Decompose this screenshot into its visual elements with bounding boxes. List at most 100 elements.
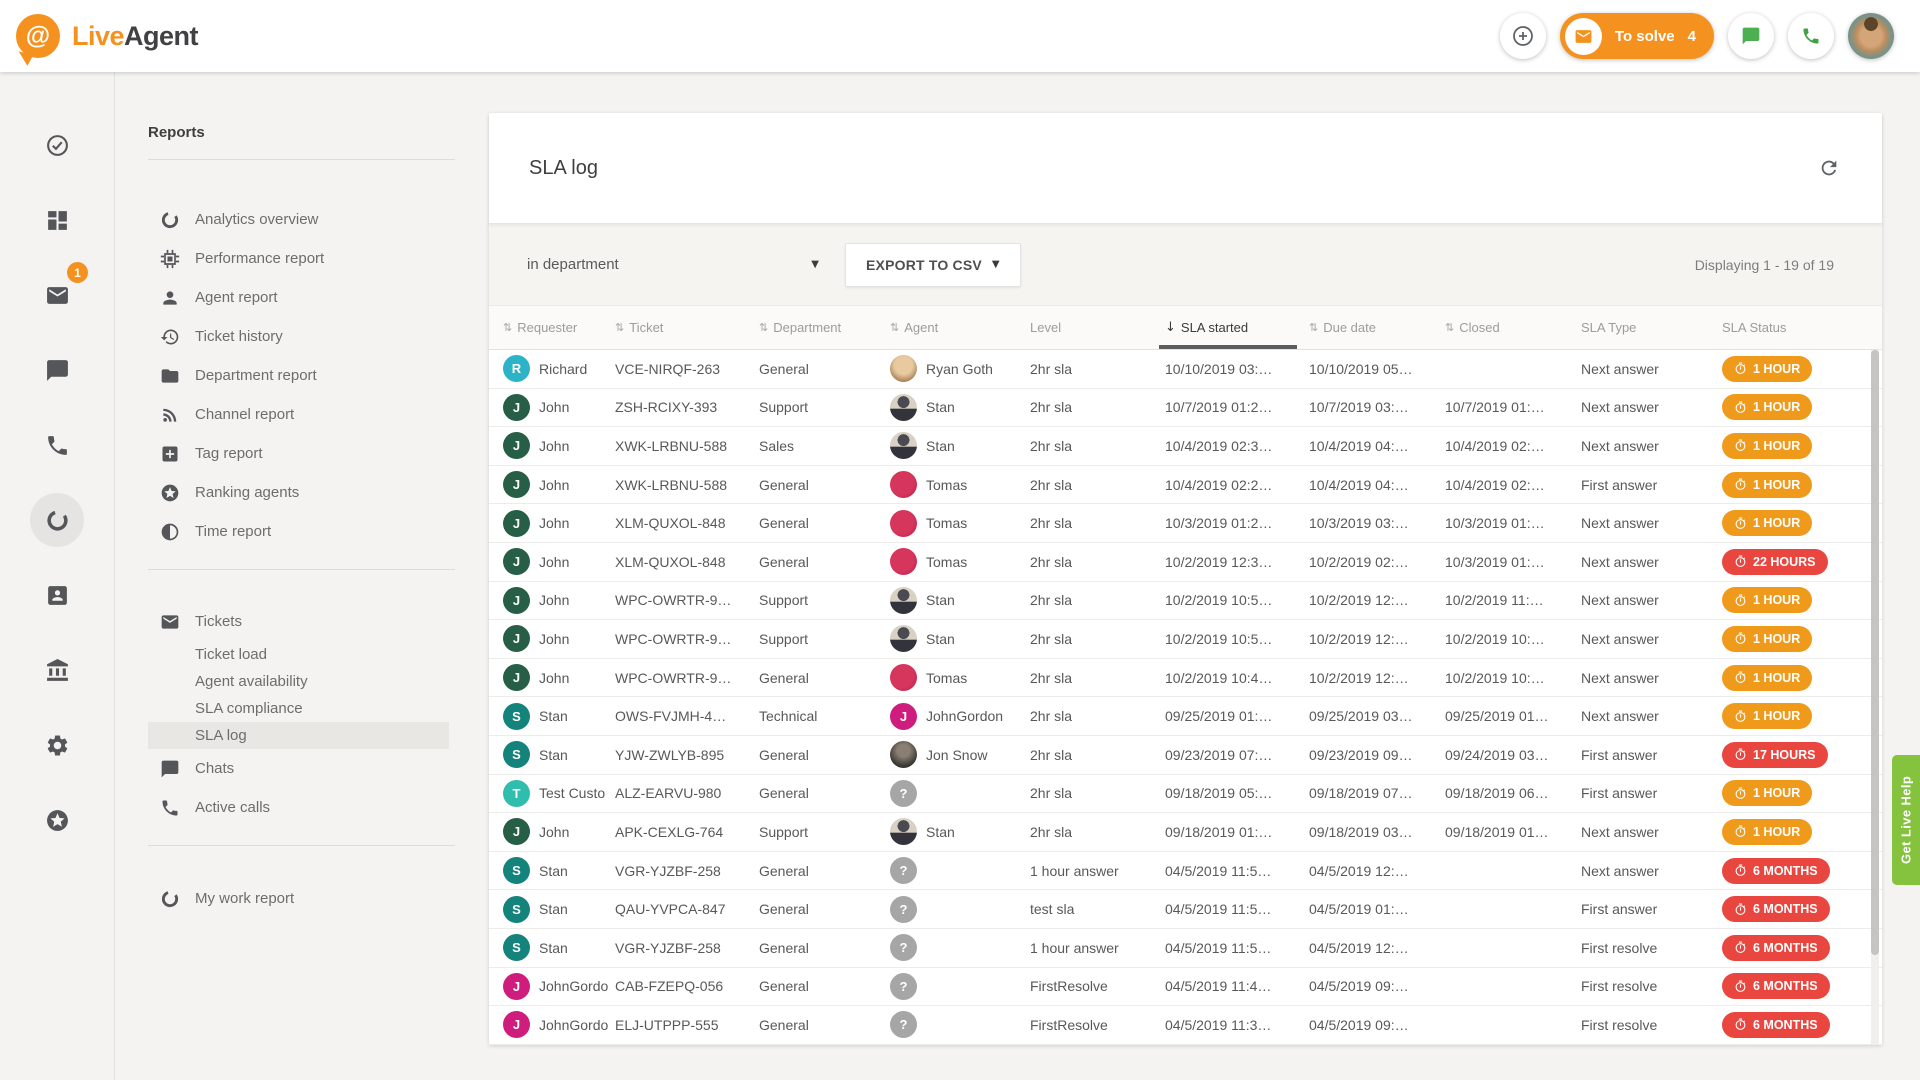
table-row[interactable]: JJohnXWK-LRBNU-588SalesStan2hr sla10/4/2… [489, 427, 1882, 466]
sla-type-cell: Next answer [1581, 399, 1722, 415]
sidebar-subitem-ticket-load[interactable]: Ticket load [148, 641, 449, 668]
to-solve-label: To solve [1615, 28, 1675, 45]
rail-item-upgrade[interactable] [30, 793, 84, 847]
requester-avatar: J [503, 510, 530, 537]
rail-item-tickets[interactable]: 1 [30, 268, 84, 322]
column-header-requester[interactable]: ⇅Requester [503, 306, 615, 349]
due-date-cell: 09/18/2019 03… [1309, 824, 1445, 840]
table-row[interactable]: RRichardVCE-NIRQF-263GeneralRyan Goth2hr… [489, 350, 1882, 389]
requester-cell: SStan [503, 703, 615, 730]
department-cell: Sales [759, 438, 890, 454]
refresh-button[interactable] [1818, 157, 1840, 179]
column-header-level[interactable]: Level [1030, 306, 1165, 349]
table-row[interactable]: SStanOWS-FVJMH-4…TechnicalJJohnGordon2hr… [489, 697, 1882, 736]
sla-status-cell: 1 HOUR [1722, 510, 1882, 536]
export-to-csv-button[interactable]: EXPORT TO CSV ▼ [845, 243, 1021, 287]
sidebar-item-department-report[interactable]: Department report [148, 356, 455, 395]
sla-status-label: 1 HOUR [1753, 478, 1800, 492]
add-button[interactable] [1500, 13, 1546, 59]
sla-status-badge: 1 HOUR [1722, 703, 1812, 729]
rail-item-company[interactable] [30, 643, 84, 697]
column-header-agent[interactable]: ⇅Agent [890, 306, 1030, 349]
table-row[interactable]: SStanYJW-ZWLYB-895GeneralJon Snow2hr sla… [489, 736, 1882, 775]
sidebar-item-ranking-agents[interactable]: Ranking agents [148, 473, 455, 512]
agent-name: Jon Snow [926, 747, 987, 763]
table-row[interactable]: SStanVGR-YJZBF-258General?1 hour answer0… [489, 929, 1882, 968]
table-row[interactable]: TTest CustoALZ-EARVU-980General?2hr sla0… [489, 775, 1882, 814]
table-row[interactable]: SStanQAU-YVPCA-847General?test sla04/5/2… [489, 890, 1882, 929]
column-header-department[interactable]: ⇅Department [759, 306, 890, 349]
agent-avatar [890, 664, 917, 691]
sidebar-item-chats[interactable]: Chats [148, 749, 455, 788]
rail-item-reports[interactable] [30, 493, 84, 547]
table-row[interactable]: JJohnXLM-QUXOL-848GeneralTomas2hr sla10/… [489, 543, 1882, 582]
rail-item-calls[interactable] [30, 418, 84, 472]
sla-type-cell: First resolve [1581, 978, 1722, 994]
chevron-down-icon: ▼ [811, 259, 819, 270]
table-row[interactable]: JJohnXWK-LRBNU-588GeneralTomas2hr sla10/… [489, 466, 1882, 505]
rail-item-dashboard[interactable] [30, 193, 84, 247]
sla-type-cell: Next answer [1581, 361, 1722, 377]
column-header-sla-started[interactable]: ↓SLA started [1165, 306, 1309, 349]
scrollbar-track[interactable] [1871, 350, 1879, 1045]
sidebar-item-ticket-history[interactable]: Ticket history [148, 317, 455, 356]
scrollbar-thumb[interactable] [1871, 350, 1879, 955]
call-button[interactable] [1788, 13, 1834, 59]
sidebar-item-active-calls[interactable]: Active calls [148, 788, 455, 827]
level-cell: 2hr sla [1030, 477, 1165, 493]
user-avatar[interactable] [1848, 13, 1894, 59]
table-row[interactable]: SStanVGR-YJZBF-258General?1 hour answer0… [489, 852, 1882, 891]
department-select[interactable]: in department ▼ [527, 256, 819, 273]
sidebar-item-tag-report[interactable]: Tag report [148, 434, 455, 473]
agent-avatar [890, 587, 917, 614]
get-live-help-tab[interactable]: Get Live Help [1892, 755, 1920, 885]
table-row[interactable]: JJohnWPC-OWRTR-9…SupportStan2hr sla10/2/… [489, 620, 1882, 659]
to-solve-button[interactable]: To solve 4 [1560, 13, 1714, 59]
table-row[interactable]: JJohnWPC-OWRTR-9…SupportStan2hr sla10/2/… [489, 582, 1882, 621]
due-date-cell: 04/5/2019 01:… [1309, 901, 1445, 917]
sla-status-label: 1 HOUR [1753, 362, 1800, 376]
column-label: Closed [1459, 320, 1499, 335]
tag-icon [160, 444, 180, 464]
stopwatch-icon [1734, 710, 1747, 723]
table-row[interactable]: JJohnWPC-OWRTR-9…GeneralTomas2hr sla10/2… [489, 659, 1882, 698]
rail-item-settings[interactable] [30, 718, 84, 772]
table-row[interactable]: JJohnGordoELJ-UTPPP-555General?FirstReso… [489, 1006, 1882, 1045]
column-header-sla-status[interactable]: SLA Status [1722, 306, 1882, 349]
sidebar-item-label: Channel report [195, 406, 294, 423]
rail-item-customers[interactable] [30, 568, 84, 622]
table-row[interactable]: JJohnAPK-CEXLG-764SupportStan2hr sla09/1… [489, 813, 1882, 852]
chat-icon [1741, 26, 1761, 46]
table-row[interactable]: JJohnZSH-RCIXY-393SupportStan2hr sla10/7… [489, 389, 1882, 428]
column-header-ticket[interactable]: ⇅Ticket [615, 306, 759, 349]
requester-cell: SStan [503, 934, 615, 961]
stopwatch-icon [1734, 825, 1747, 838]
requester-avatar: T [503, 780, 530, 807]
sla-started-cell: 10/4/2019 02:2… [1165, 477, 1309, 493]
column-header-due-date[interactable]: ⇅Due date [1309, 306, 1445, 349]
sla-status-cell: 6 MONTHS [1722, 1012, 1882, 1038]
sla-status-cell: 1 HOUR [1722, 587, 1882, 613]
sidebar-item-my-work-report[interactable]: My work report [148, 879, 455, 918]
agent-avatar-unknown: ? [890, 934, 917, 961]
column-header-closed[interactable]: ⇅Closed [1445, 306, 1581, 349]
sidebar-subitem-sla-compliance[interactable]: SLA compliance [148, 695, 449, 722]
agent-name: Stan [926, 438, 955, 454]
chat-button[interactable] [1728, 13, 1774, 59]
sidebar-item-channel-report[interactable]: Channel report [148, 395, 455, 434]
sidebar-item-agent-report[interactable]: Agent report [148, 278, 455, 317]
sidebar-subitem-sla-log[interactable]: SLA log [148, 722, 449, 749]
liveagent-logo[interactable]: @ LiveAgent [16, 14, 198, 58]
rail-item-tasks[interactable] [30, 118, 84, 172]
column-header-sla-type[interactable]: SLA Type [1581, 306, 1722, 349]
sidebar-item-tickets[interactable]: Tickets [148, 602, 455, 641]
rail-item-chats[interactable] [30, 343, 84, 397]
agent-avatar [890, 355, 917, 382]
sidebar-item-analytics-overview[interactable]: Analytics overview [148, 200, 455, 239]
sidebar-subitem-agent-availability[interactable]: Agent availability [148, 668, 449, 695]
table-row[interactable]: JJohnXLM-QUXOL-848GeneralTomas2hr sla10/… [489, 504, 1882, 543]
sla-status-cell: 1 HOUR [1722, 819, 1882, 845]
sidebar-item-performance-report[interactable]: Performance report [148, 239, 455, 278]
table-row[interactable]: JJohnGordoCAB-FZEPQ-056General?FirstReso… [489, 968, 1882, 1007]
sidebar-item-time-report[interactable]: Time report [148, 512, 455, 551]
